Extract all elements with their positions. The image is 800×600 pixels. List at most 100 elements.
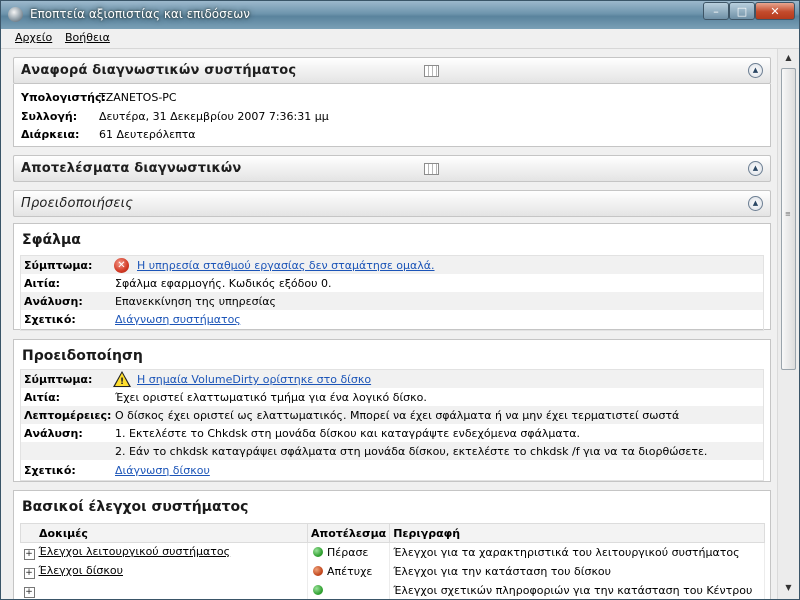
test-cell: + Έλεγχοι δίσκου — [20, 562, 308, 581]
warning-related-row: Σχετικό: Διάγνωση δίσκου — [21, 461, 763, 479]
app-window: Εποπτεία αξιοπιστίας και επιδόσεων – □ ✕… — [0, 0, 800, 600]
minimize-button[interactable]: – — [703, 2, 729, 20]
cause-label: Αιτία: — [24, 391, 61, 404]
basic-checks-table: Δοκιμές Αποτέλεσμα Περιγραφή + Έλεγχοι λε… — [20, 523, 765, 599]
menu-file[interactable]: Αρχείο — [15, 31, 52, 44]
column-header-result[interactable]: Αποτέλεσμα — [306, 523, 391, 543]
menu-file-label: Αρχείο — [15, 31, 53, 44]
scroll-grip-icon: ≡ — [785, 210, 791, 218]
warning-title: Προειδοποίηση — [22, 348, 143, 364]
collection-row: Συλλογή: Δευτέρα, 31 Δεκεμβρίου 2007 7:36… — [21, 110, 329, 123]
menu-help[interactable]: Βοήθεια — [65, 31, 110, 44]
column-header-description[interactable]: Περιγραφή — [389, 523, 765, 543]
system-diagnosis-link[interactable]: Διάγνωση συστήματος — [115, 313, 241, 326]
scroll-down-arrow-icon[interactable]: ▼ — [781, 581, 796, 595]
test-name[interactable]: Έλεγχοι λειτουργικού συστήματος — [39, 545, 231, 558]
fail-status-icon — [313, 566, 323, 576]
symptom-label: Σύμπτωμα: — [24, 373, 93, 386]
warnings-section-header[interactable]: Προειδοποιήσεις ▲ — [13, 190, 771, 217]
collapse-icon[interactable]: ▲ — [748, 196, 763, 211]
app-icon — [8, 7, 23, 22]
test-cell: + — [20, 581, 308, 599]
collapse-icon[interactable]: ▲ — [748, 63, 763, 78]
pass-status-icon — [313, 547, 323, 557]
scroll-up-arrow-icon[interactable]: ▲ — [781, 51, 796, 65]
report-section-header[interactable]: Αναφορά διαγνωστικών συστήματος ▲ — [13, 57, 771, 84]
warning-grid: Σύμπτωμα: ! Η σημαία VolumeDirty ορίστηκ… — [20, 369, 764, 481]
computer-value: TZANETOS-PC — [99, 91, 177, 104]
warning-details-value: Ο δίσκος έχει οριστεί ως ελαττωματικός. … — [115, 409, 680, 422]
result-cell — [307, 581, 391, 599]
collapse-icon[interactable]: ▲ — [748, 161, 763, 176]
warning-icon: ! — [113, 371, 131, 387]
analysis-label: Ανάλυση: — [24, 427, 83, 440]
warning-symptom-row: Σύμπτωμα: ! Η σημαία VolumeDirty ορίστηκ… — [21, 370, 763, 388]
error-panel: Σφάλμα Σύμπτωμα: ✕ Η υπηρεσία σταθμού ερ… — [13, 223, 771, 331]
pass-status-icon — [313, 585, 323, 595]
window-title: Εποπτεία αξιοπιστίας και επιδόσεων — [30, 7, 250, 21]
close-button[interactable]: ✕ — [755, 2, 795, 20]
related-label: Σχετικό: — [24, 464, 76, 477]
warning-analysis-step-1: 1. Εκτελέστε το Chkdsk στη μονάδα δίσκου… — [115, 427, 581, 440]
report-info-panel: Υπολογιστής:TZANETOS-PC Συλλογή: Δευτέρα,… — [13, 84, 771, 147]
scrollbar-thumb[interactable]: ≡ — [781, 68, 796, 370]
test-name[interactable]: Έλεγχοι δίσκου — [39, 564, 123, 577]
error-related-row: Σχετικό: Διάγνωση συστήματος — [21, 310, 763, 328]
description-cell: Έλεγχοι σχετικών πληροφοριών για την κατ… — [389, 581, 765, 599]
test-cell: + Έλεγχοι λειτουργικού συστήματος — [20, 542, 308, 562]
error-symptom-row: Σύμπτωμα: ✕ Η υπηρεσία σταθμού εργασίας … — [21, 256, 763, 274]
title-bar[interactable]: Εποπτεία αξιοπιστίας και επιδόσεων – □ ✕ — [1, 1, 799, 29]
collection-label: Συλλογή: — [21, 110, 78, 123]
expand-icon[interactable]: + — [23, 549, 35, 560]
description-cell: Έλεγχοι για τα χαρακτηριστικά του λειτου… — [389, 542, 765, 562]
expand-icon[interactable]: + — [23, 568, 35, 579]
duration-label: Διάρκεια: — [21, 128, 80, 141]
computer-row: Υπολογιστής:TZANETOS-PC — [21, 91, 177, 104]
result-text: Πέρασε — [327, 546, 369, 559]
duration-value: 61 Δευτερόλεπτα — [99, 128, 196, 141]
error-symptom-link[interactable]: Η υπηρεσία σταθμού εργασίας δεν σταμάτησ… — [137, 259, 435, 272]
warning-panel: Προειδοποίηση Σύμπτωμα: ! Η σημαία Volum… — [13, 339, 771, 482]
calendar-icon[interactable] — [424, 163, 439, 175]
related-label: Σχετικό: — [24, 313, 76, 326]
warning-details-row: Λεπτομέρειες: Ο δίσκος έχει οριστεί ως ε… — [21, 406, 763, 424]
duration-row: Διάρκεια: 61 Δευτερόλεπτα — [21, 128, 196, 141]
description-cell: Έλεγχοι για την κατάσταση του δίσκου — [389, 562, 765, 581]
error-cause-value: Σφάλμα εφαρμογής. Κωδικός εξόδου 0. — [115, 277, 332, 290]
warning-mark: ! — [120, 377, 125, 387]
warning-analysis-row-2: 2. Εάν το chkdsk καταγράψει σφάλματα στη… — [21, 442, 763, 460]
table-row[interactable]: + Έλεγχοι σχετικών πληροφοριών για την κ… — [20, 581, 765, 599]
result-cell: Πέρασε — [307, 542, 391, 562]
error-analysis-row: Ανάλυση: Επανεκκίνηση της υπηρεσίας — [21, 292, 763, 310]
result-text: Απέτυχε — [327, 565, 373, 578]
warning-cause-row: Αιτία: Έχει οριστεί ελαττωματικό τμήμα γ… — [21, 388, 763, 406]
details-label: Λεπτομέρειες: — [24, 409, 112, 422]
warning-analysis-step-2: 2. Εάν το chkdsk καταγράψει σφάλματα στη… — [115, 445, 708, 458]
error-icon: ✕ — [114, 258, 129, 273]
report-content: Αναφορά διαγνωστικών συστήματος ▲ Υπολογ… — [1, 49, 777, 599]
error-title: Σφάλμα — [22, 232, 81, 248]
results-title: Αποτελέσματα διαγνωστικών — [21, 161, 242, 176]
warning-cause-value: Έχει οριστεί ελαττωματικό τμήμα για ένα … — [115, 391, 427, 404]
table-row[interactable]: + Έλεγχοι δίσκου Απέτυχε Έλεγχοι για την … — [20, 562, 765, 581]
calendar-icon[interactable] — [424, 65, 439, 77]
error-cause-row: Αιτία: Σφάλμα εφαρμογής. Κωδικός εξόδου … — [21, 274, 763, 292]
expand-icon[interactable]: + — [23, 587, 35, 598]
error-analysis-value: Επανεκκίνηση της υπηρεσίας — [115, 295, 276, 308]
maximize-button[interactable]: □ — [729, 2, 755, 20]
symptom-label: Σύμπτωμα: — [24, 259, 93, 272]
results-section-header[interactable]: Αποτελέσματα διαγνωστικών ▲ — [13, 155, 771, 182]
error-grid: Σύμπτωμα: ✕ Η υπηρεσία σταθμού εργασίας … — [20, 255, 764, 331]
warnings-title: Προειδοποιήσεις — [21, 196, 134, 211]
basic-checks-panel: Βασικοί έλεγχοι συστήματος Δοκιμές Αποτέ… — [13, 490, 771, 599]
column-header-tests[interactable]: Δοκιμές — [20, 523, 308, 543]
vertical-scrollbar[interactable]: ▲ ≡ ▼ — [777, 49, 799, 599]
result-cell: Απέτυχε — [307, 562, 391, 581]
warning-symptom-link[interactable]: Η σημαία VolumeDirty ορίστηκε στο δίσκο — [137, 373, 371, 386]
warning-analysis-row: Ανάλυση: 1. Εκτελέστε το Chkdsk στη μονά… — [21, 424, 763, 442]
table-row[interactable]: + Έλεγχοι λειτουργικού συστήματος Πέρασε … — [20, 542, 765, 562]
collection-value: Δευτέρα, 31 Δεκεμβρίου 2007 7:36:31 μμ — [99, 110, 329, 123]
computer-label: Υπολογιστής: — [21, 91, 106, 104]
disk-diagnosis-link[interactable]: Διάγνωση δίσκου — [115, 464, 210, 477]
table-header-row: Δοκιμές Αποτέλεσμα Περιγραφή — [20, 523, 765, 543]
